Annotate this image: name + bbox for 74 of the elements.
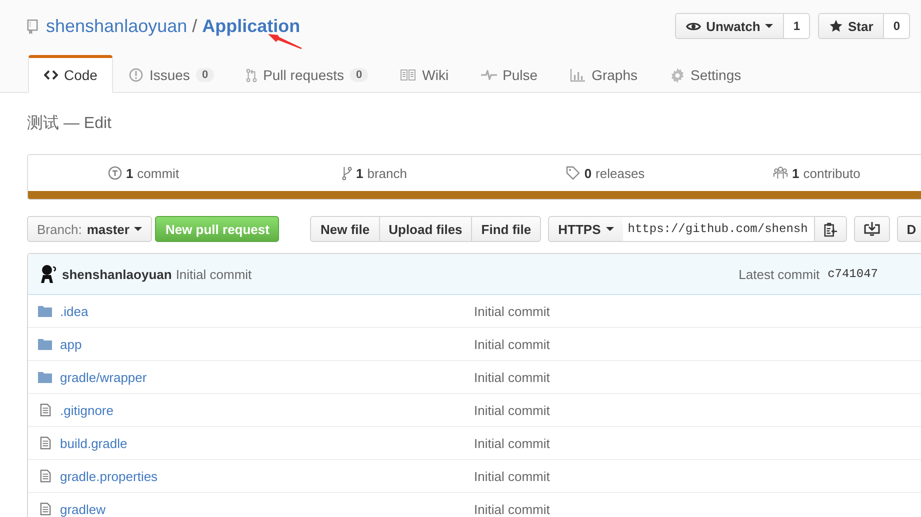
protocol-select[interactable]: HTTPS: [548, 216, 624, 242]
folder-icon: [38, 371, 52, 383]
open-desktop-button[interactable]: [854, 216, 890, 242]
repo-tab[interactable]: Issues 0: [113, 55, 230, 93]
unwatch-button[interactable]: Unwatch: [675, 13, 784, 39]
file-action-button[interactable]: Find file: [471, 216, 542, 242]
star-button[interactable]: Star: [818, 13, 884, 39]
repo-tab[interactable]: Pull requests 0: [230, 55, 384, 93]
clipboard-icon: [824, 222, 837, 236]
issue-icon: [129, 68, 144, 82]
file-name-link[interactable]: build.gradle: [60, 436, 474, 450]
caret-icon: [765, 24, 774, 28]
tag-icon: [566, 166, 580, 180]
star-icon: [829, 19, 844, 33]
summary-link[interactable]: 0 releases: [566, 166, 645, 180]
file-commit-message[interactable]: Initial commit: [474, 468, 550, 484]
branch-select[interactable]: Branch: master: [27, 216, 152, 242]
book-icon: [400, 69, 416, 81]
history-icon: [108, 166, 122, 180]
code-icon: [44, 70, 58, 80]
file-name-link[interactable]: gradle/wrapper: [60, 370, 474, 384]
file-action-button[interactable]: New file: [310, 216, 380, 242]
repo-tab[interactable]: Pulse: [464, 55, 554, 93]
clone-url-field[interactable]: https://github.com/shensh: [622, 216, 815, 242]
caret-icon: [606, 227, 614, 231]
owner-link[interactable]: shenshanlaoyuan: [46, 16, 188, 36]
file-commit-message[interactable]: Initial commit: [474, 402, 550, 418]
copy-button[interactable]: [814, 216, 847, 242]
path-separator: /: [192, 16, 198, 36]
file-name-link[interactable]: .idea: [60, 304, 474, 318]
pull-request-icon: [246, 68, 258, 82]
repo-icon: [27, 18, 38, 34]
file-commit-message[interactable]: Initial commit: [474, 304, 550, 318]
pulse-icon: [480, 70, 497, 80]
download-button[interactable]: D: [896, 216, 921, 242]
folder-icon: [38, 338, 52, 350]
file-name-link[interactable]: gradlew: [60, 502, 474, 516]
latest-commit-label: Latest commit: [738, 266, 821, 282]
file-name-link[interactable]: .gitignore: [60, 402, 474, 418]
caret-icon: [134, 227, 142, 231]
file-name-link[interactable]: app: [60, 336, 474, 352]
graph-icon: [570, 68, 586, 82]
tab-counter: 0: [196, 68, 214, 82]
tab-counter: 0: [350, 68, 368, 82]
page-title: 测试 — Edit: [27, 114, 112, 134]
file-action-button[interactable]: Upload files: [378, 216, 472, 242]
action-count: 1: [784, 13, 810, 39]
file-commit-message[interactable]: Initial commit: [474, 436, 550, 450]
file-commit-message[interactable]: Initial commit: [474, 336, 550, 352]
commit-author-link[interactable]: shenshanlaoyuan: [62, 266, 172, 282]
file-icon: [40, 469, 50, 483]
repo-tab[interactable]: Wiki: [384, 55, 465, 93]
file-icon: [40, 403, 50, 417]
file-name-link[interactable]: gradle.properties: [60, 468, 474, 484]
summary-link[interactable]: 1 branch: [342, 166, 407, 180]
commit-message: Initial commit: [176, 266, 252, 282]
file-commit-message[interactable]: Initial commit: [474, 502, 550, 516]
repo-tab[interactable]: Settings: [654, 55, 758, 93]
gear-icon: [670, 68, 685, 82]
commit-sha-link[interactable]: c741047: [828, 267, 878, 281]
file-icon: [40, 436, 50, 450]
summary-link[interactable]: 1 contributo: [773, 166, 860, 180]
download-icon: [864, 222, 880, 236]
action-count: 0: [884, 13, 910, 39]
summary-link[interactable]: 1 commit: [108, 166, 180, 180]
file-commit-message[interactable]: Initial commit: [474, 370, 550, 384]
repo-tab[interactable]: Graphs: [554, 55, 654, 93]
branch-icon: [342, 166, 352, 180]
repo-tab[interactable]: Code: [28, 55, 114, 93]
people-icon: [773, 166, 788, 180]
avatar-icon: [38, 264, 58, 284]
file-icon: [40, 502, 50, 516]
folder-icon: [38, 305, 52, 317]
repo-name-link[interactable]: Application: [202, 16, 300, 36]
